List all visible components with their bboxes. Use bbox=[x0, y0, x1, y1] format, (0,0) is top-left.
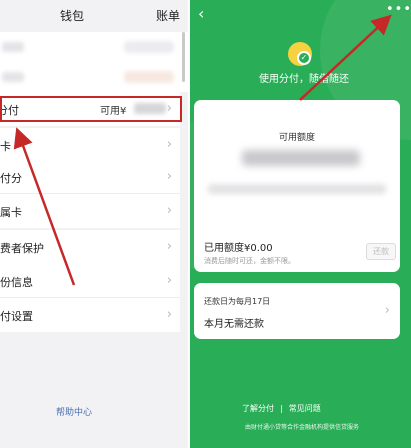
check-icon: ✓ bbox=[297, 51, 311, 65]
blurred-credit-amount bbox=[242, 150, 360, 166]
menu-item-label: 支付设置 bbox=[0, 310, 33, 323]
wallet-top-bar: 钱包 账单 bbox=[0, 0, 188, 30]
used-amount: 已用额度¥0.00 bbox=[204, 243, 273, 254]
chevron-right-icon: › bbox=[166, 307, 172, 322]
blurred-label bbox=[2, 72, 24, 82]
menu-item-label: 银行卡 bbox=[0, 140, 11, 153]
blurred-value bbox=[124, 71, 174, 83]
blurred-subtext bbox=[208, 184, 386, 194]
menu-item-label: 亲属卡 bbox=[0, 206, 22, 219]
scrollbar[interactable] bbox=[182, 32, 185, 82]
menu-item-identity[interactable]: 身份信息 › bbox=[0, 264, 180, 298]
blurred-value bbox=[124, 41, 174, 53]
chevron-right-icon: › bbox=[166, 273, 172, 288]
credit-limit-label: 可用额度 bbox=[278, 133, 315, 143]
menu-item-consumer-protection[interactable]: 消费者保护 › bbox=[0, 230, 180, 264]
fenfu-screen: ‹ ••• ✓ 使用分付，随借随还 可用额度 已用额度¥0.00 消费后随时可还… bbox=[190, 0, 411, 448]
wallet-menu-settings: 身份信息 › 支付设置 › bbox=[0, 264, 180, 332]
credit-card-panel: 可用额度 已用额度¥0.00 消费后随时可还，金额不限。 还款 bbox=[194, 100, 400, 272]
blurred-asset-row[interactable] bbox=[0, 62, 188, 92]
wallet-title: 钱包 bbox=[60, 9, 85, 23]
blurred-balance-row[interactable] bbox=[0, 32, 188, 62]
wallet-menu-protection: 消费者保护 › bbox=[0, 230, 180, 264]
menu-item-family-card[interactable]: 亲属卡 › bbox=[0, 194, 180, 228]
menu-item-bank-card[interactable]: 银行卡 › bbox=[0, 128, 180, 162]
fenfu-logo-icon: ✓ bbox=[288, 42, 312, 66]
repay-button[interactable]: 还款 bbox=[366, 243, 396, 260]
due-date-text: 还款日为每月17日 bbox=[204, 297, 271, 306]
link-separator: | bbox=[280, 404, 283, 413]
chevron-right-icon: › bbox=[166, 169, 172, 184]
menu-item-pay-settings[interactable]: 支付设置 › bbox=[0, 298, 180, 332]
more-options-icon[interactable]: ••• bbox=[386, 2, 411, 17]
slogan: 使用分付，随借随还 bbox=[259, 74, 349, 85]
footer-disclaimer: 由财付通小贷等合作金融机构提供信贷服务 bbox=[244, 424, 359, 431]
back-chevron-icon[interactable]: ‹ bbox=[198, 4, 204, 23]
help-center-link[interactable]: 帮助中心 bbox=[56, 405, 92, 418]
footer-links: 了解分付 | 常见问题 bbox=[242, 403, 321, 414]
chevron-right-icon: › bbox=[166, 239, 172, 254]
menu-item-label: 微信支付分 bbox=[0, 172, 22, 185]
learn-fenfu-link[interactable]: 了解分付 bbox=[242, 403, 274, 414]
menu-item-pay-score[interactable]: 微信支付分 › bbox=[0, 160, 180, 194]
ledger-button[interactable]: 账单 bbox=[156, 7, 180, 24]
faq-link[interactable]: 常见问题 bbox=[289, 403, 321, 414]
menu-item-label: 消费者保护 bbox=[0, 242, 44, 255]
wallet-menu-group: 微信支付分 › 亲属卡 › bbox=[0, 160, 180, 228]
chevron-right-icon: › bbox=[166, 137, 172, 152]
menu-item-label: 身份信息 bbox=[0, 276, 33, 289]
chevron-right-icon: › bbox=[384, 303, 390, 318]
no-repayment-text: 本月无需还款 bbox=[204, 319, 264, 330]
wallet-menu-cards: 银行卡 › bbox=[0, 128, 180, 162]
chevron-right-icon: › bbox=[166, 203, 172, 218]
repayment-card[interactable]: 还款日为每月17日 本月无需还款 › bbox=[194, 283, 400, 339]
wallet-screen: 钱包 账单 付分付 可用¥ › 银行卡 › 微信支付分 › 亲属卡 › bbox=[0, 0, 188, 448]
repay-hint: 消费后随时可还，金额不限。 bbox=[204, 257, 295, 265]
blurred-label bbox=[2, 42, 24, 52]
highlight-box bbox=[0, 96, 182, 122]
